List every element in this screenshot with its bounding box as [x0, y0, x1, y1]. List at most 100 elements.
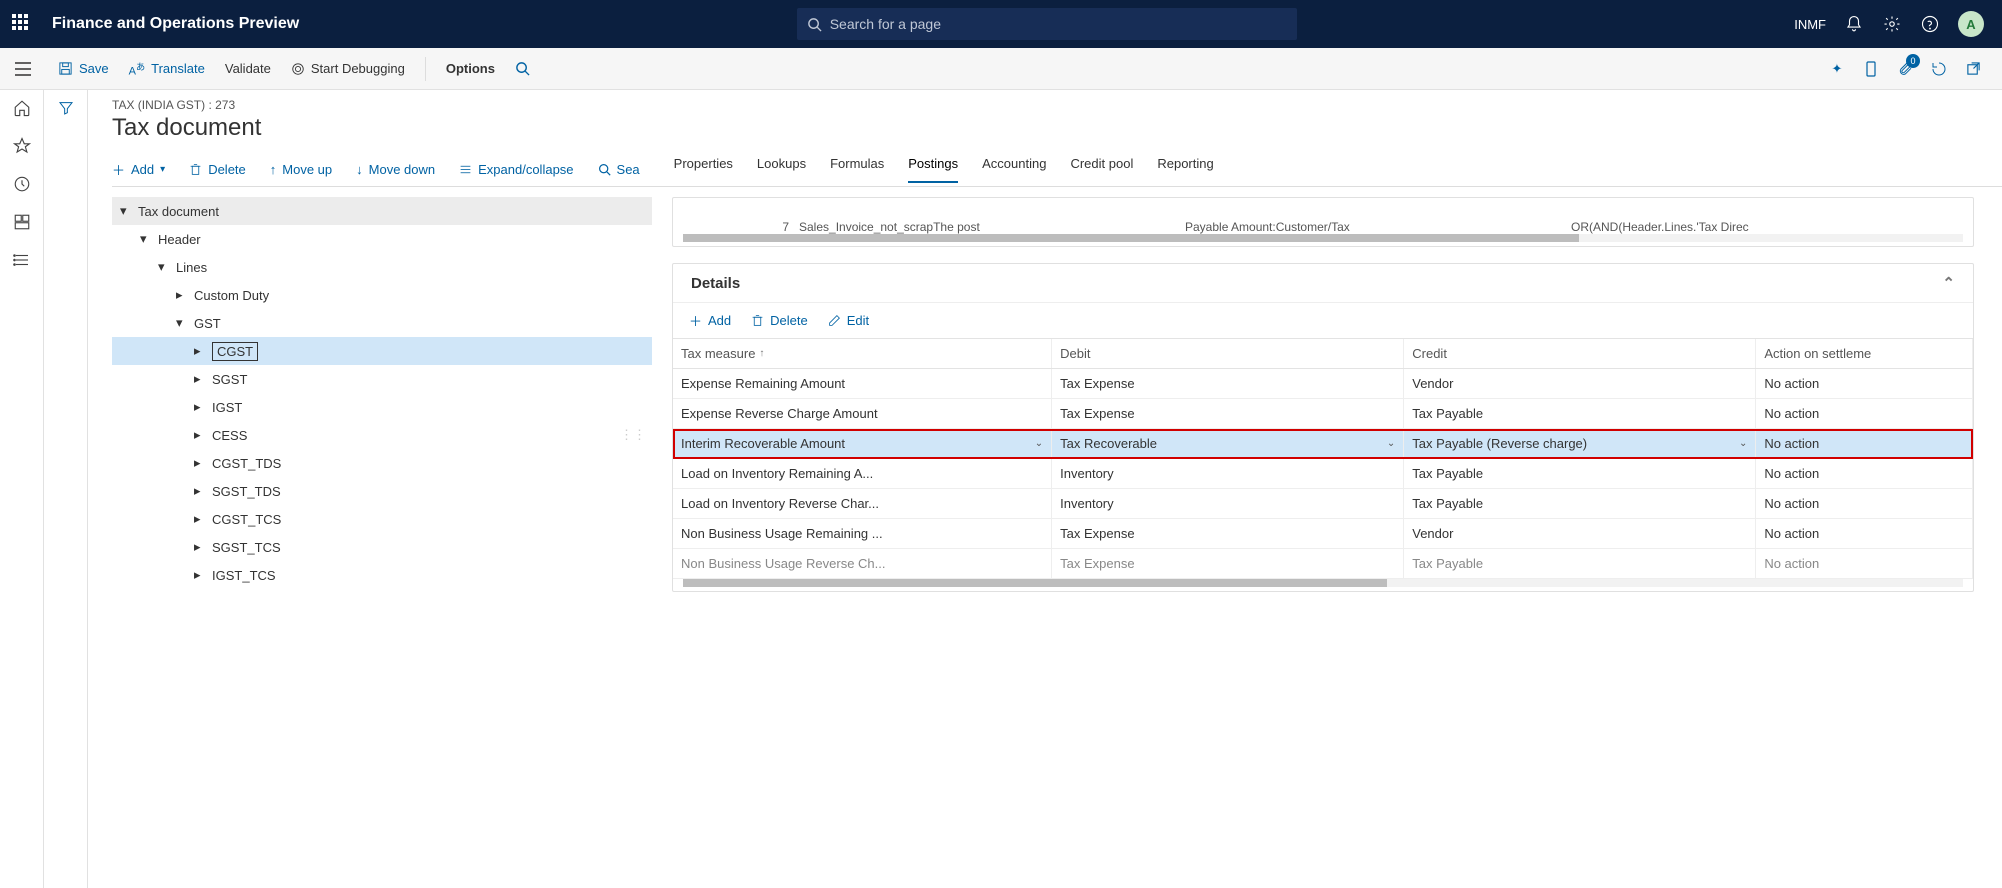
col-credit[interactable]: Credit [1404, 339, 1756, 368]
hamburger-icon[interactable] [14, 0, 32, 513]
translate-button[interactable]: Aあ Translate [129, 48, 205, 89]
grid-row[interactable]: Load on Inventory Reverse Char...Invento… [673, 489, 1973, 519]
grid-row[interactable]: Expense Reverse Charge AmountTax Expense… [673, 399, 1973, 429]
cell-tax[interactable]: Expense Reverse Charge Amount [673, 399, 1052, 428]
tab-properties[interactable]: Properties [674, 156, 733, 183]
device-icon[interactable] [1862, 60, 1880, 78]
grid-row[interactable]: Load on Inventory Remaining A...Inventor… [673, 459, 1973, 489]
details-delete-button[interactable]: Delete [751, 311, 808, 330]
col-action[interactable]: Action on settleme [1756, 339, 1973, 368]
move-up-button[interactable]: ↑Move up [270, 162, 332, 177]
col-debit[interactable]: Debit [1052, 339, 1404, 368]
cell-debit[interactable]: Tax Expense [1052, 519, 1404, 548]
sparkles-icon[interactable]: ✦ [1828, 60, 1846, 78]
tree-node-label: CGST_TDS [212, 456, 281, 471]
delete-button[interactable]: Delete [189, 162, 246, 177]
tree-node-sgst_tcs[interactable]: ▸SGST_TCS [112, 533, 652, 561]
tree-node-cgst_tds[interactable]: ▸CGST_TDS [112, 449, 652, 477]
cell-credit[interactable]: Vendor [1404, 519, 1756, 548]
cell-action[interactable]: No action [1756, 399, 1973, 428]
options-button[interactable]: Options [446, 48, 495, 89]
translate-label: Translate [151, 61, 205, 76]
tree-root[interactable]: ▾Tax document [112, 197, 652, 225]
drag-handle-icon[interactable]: ⋮⋮ [620, 427, 646, 443]
user-avatar[interactable]: A [1958, 11, 1984, 37]
tab-reporting[interactable]: Reporting [1157, 156, 1213, 183]
cell-action[interactable]: No action [1756, 369, 1973, 398]
global-search[interactable] [797, 8, 1297, 40]
funnel-icon[interactable] [56, 98, 76, 118]
company-code[interactable]: INMF [1794, 17, 1826, 32]
cell-tax[interactable]: Non Business Usage Remaining ... [673, 519, 1052, 548]
tree-node-label: CESS [212, 428, 247, 443]
tree-header[interactable]: ▾Header [112, 225, 652, 253]
start-debugging-button[interactable]: Start Debugging [291, 48, 405, 89]
cell-tax[interactable]: Non Business Usage Reverse Ch... [673, 549, 1052, 578]
popout-icon[interactable] [1964, 60, 1982, 78]
attachments-icon[interactable]: 0 [1896, 60, 1914, 78]
cell-credit[interactable]: Tax Payable [1404, 489, 1756, 518]
cell-credit[interactable]: Tax Payable [1404, 399, 1756, 428]
tree-node-cgst[interactable]: ▸CGST [112, 337, 652, 365]
help-icon[interactable] [1920, 14, 1940, 34]
cell-tax[interactable]: Load on Inventory Reverse Char... [673, 489, 1052, 518]
tree-node-igst_tcs[interactable]: ▸IGST_TCS [112, 561, 652, 589]
details-edit-button[interactable]: Edit [828, 311, 869, 330]
cell-debit[interactable]: Tax Expense [1052, 399, 1404, 428]
grid-row[interactable]: Interim Recoverable Amount⌄Tax Recoverab… [673, 429, 1973, 459]
tree-node-sgst[interactable]: ▸SGST [112, 365, 652, 393]
cell-credit[interactable]: Vendor [1404, 369, 1756, 398]
cell-tax[interactable]: Load on Inventory Remaining A... [673, 459, 1052, 488]
details-grid: Tax measure↑ Debit Credit Action on sett… [673, 338, 1973, 579]
cell-debit[interactable]: Inventory [1052, 489, 1404, 518]
chevron-down-icon[interactable]: ⌄ [1035, 438, 1043, 449]
tree-node-cgst_tcs[interactable]: ▸CGST_TCS [112, 505, 652, 533]
chevron-down-icon[interactable]: ⌄ [1387, 438, 1395, 449]
col-tax-measure[interactable]: Tax measure↑ [673, 339, 1052, 368]
save-button[interactable]: Save [58, 48, 109, 89]
cell-debit[interactable]: Tax Recoverable⌄ [1052, 429, 1404, 458]
cell-action[interactable]: No action [1756, 489, 1973, 518]
global-search-input[interactable] [830, 16, 1287, 32]
cell-action[interactable]: No action [1756, 429, 1973, 458]
tree-custom-duty[interactable]: ▸Custom Duty [112, 281, 652, 309]
grid-row[interactable]: Expense Remaining AmountTax ExpenseVendo… [673, 369, 1973, 399]
refresh-icon[interactable] [1930, 60, 1948, 78]
cell-credit[interactable]: Tax Payable [1404, 459, 1756, 488]
notifications-icon[interactable] [1844, 14, 1864, 34]
tab-lookups[interactable]: Lookups [757, 156, 806, 183]
cell-debit[interactable]: Tax Expense [1052, 549, 1404, 578]
cell-tax[interactable]: Expense Remaining Amount [673, 369, 1052, 398]
validate-button[interactable]: Validate [225, 48, 271, 89]
tree-node-cess[interactable]: ▸CESS⋮⋮ [112, 421, 652, 449]
collapse-icon[interactable]: ⌃ [1942, 274, 1955, 292]
cell-credit[interactable]: Tax Payable (Reverse charge)⌄ [1404, 429, 1756, 458]
cell-action[interactable]: No action [1756, 549, 1973, 578]
add-button[interactable]: ＋Add▾ [112, 160, 165, 179]
tab-accounting[interactable]: Accounting [982, 156, 1046, 183]
cell-credit[interactable]: Tax Payable [1404, 549, 1756, 578]
cell-action[interactable]: No action [1756, 519, 1973, 548]
move-down-button[interactable]: ↓Move down [356, 162, 435, 177]
details-horizontal-scrollbar[interactable] [683, 579, 1963, 587]
tree-node-igst[interactable]: ▸IGST [112, 393, 652, 421]
find-button[interactable] [515, 48, 530, 89]
tree-node-sgst_tds[interactable]: ▸SGST_TDS [112, 477, 652, 505]
settings-icon[interactable] [1882, 14, 1902, 34]
horizontal-scrollbar[interactable] [683, 234, 1963, 242]
cell-debit[interactable]: Inventory [1052, 459, 1404, 488]
cell-debit[interactable]: Tax Expense [1052, 369, 1404, 398]
tree-search-button[interactable]: Sea [598, 162, 640, 177]
tree-lines[interactable]: ▾Lines [112, 253, 652, 281]
tab-postings[interactable]: Postings [908, 156, 958, 183]
grid-row[interactable]: Non Business Usage Reverse Ch...Tax Expe… [673, 549, 1973, 579]
cell-action[interactable]: No action [1756, 459, 1973, 488]
details-add-button[interactable]: ＋Add [689, 311, 731, 330]
cell-tax[interactable]: Interim Recoverable Amount⌄ [673, 429, 1052, 458]
chevron-down-icon[interactable]: ⌄ [1739, 438, 1747, 449]
tree-gst[interactable]: ▾GST [112, 309, 652, 337]
tab-credit-pool[interactable]: Credit pool [1070, 156, 1133, 183]
expand-collapse-button[interactable]: Expand/collapse [459, 162, 573, 177]
tab-formulas[interactable]: Formulas [830, 156, 884, 183]
grid-row[interactable]: Non Business Usage Remaining ...Tax Expe… [673, 519, 1973, 549]
